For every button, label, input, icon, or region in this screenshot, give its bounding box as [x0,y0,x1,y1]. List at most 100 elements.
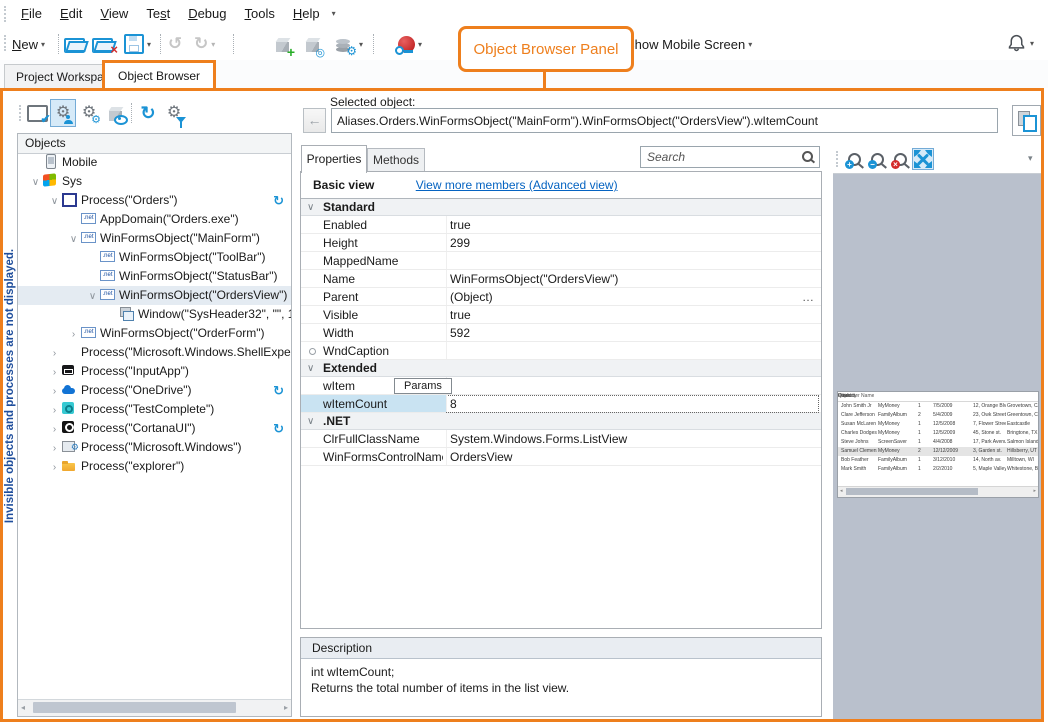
tab-properties[interactable]: Properties [301,145,367,173]
toolbar-grip[interactable] [836,151,838,167]
tree-item[interactable]: ›Process("Microsoft.Windows") [18,438,291,457]
refresh-button[interactable]: ↻ [135,99,161,127]
property-value[interactable]: 592 [450,324,797,342]
property-value[interactable]: true [450,216,797,234]
tree-item[interactable]: WinFormsObject("StatusBar") [18,267,291,286]
new-button[interactable]: New▾ [12,32,45,56]
property-row[interactable]: Standard [301,199,821,216]
mapping-caret-icon[interactable]: ▾ [359,40,363,49]
tree-item[interactable]: ›Process("InputApp") [18,362,291,381]
tree-item[interactable]: ›Process("CortanaUI") [18,419,291,438]
tree-chevron-icon[interactable]: › [48,420,61,439]
notifications-button[interactable]: ▾ [1006,33,1034,54]
property-row[interactable]: Height 299 [301,234,821,252]
tree-item[interactable]: ∨Sys [18,172,291,191]
zoom-out-button[interactable]: − [866,148,888,170]
redo-caret-icon[interactable]: ▾ [211,40,215,49]
tree-chevron-icon[interactable]: › [48,401,61,420]
tree-item[interactable]: WinFormsObject("ToolBar") [18,248,291,267]
tree-item[interactable]: ›Process("Microsoft.Windows.ShellExperie… [18,343,291,362]
tree-item[interactable]: ›Process("TestComplete") [18,400,291,419]
zoom-reset-button[interactable]: × [889,148,911,170]
save-button[interactable]: ▾ [124,32,151,56]
ellipsis-button[interactable]: … [802,288,814,306]
tree-chevron-icon[interactable]: ∨ [86,287,99,306]
preview-toolbar-caret-icon[interactable]: ▾ [1028,153,1033,164]
menu-item[interactable]: Help [284,2,329,25]
new-caret-icon[interactable]: ▾ [41,40,45,49]
tree-horizontal-scrollbar[interactable] [18,699,291,716]
property-row[interactable]: .NET [301,413,821,430]
tree-item[interactable]: ›Process("OneDrive") [18,381,291,400]
copy-path-button[interactable] [1012,105,1041,136]
property-value[interactable]: true [450,306,797,324]
property-row[interactable]: Visible true [301,306,821,324]
show-hidden-objects-button[interactable] [102,99,128,127]
show-processes-button[interactable]: ⚙ [50,99,76,127]
property-value[interactable]: 8 [446,395,819,413]
redo-button[interactable]: ↻▾ [194,32,215,56]
notifications-caret-icon[interactable]: ▾ [1030,39,1034,48]
add-object-button[interactable]: + [276,32,289,56]
tree-item[interactable]: ∨Process("Orders") [18,191,291,210]
search-input[interactable] [640,146,820,168]
tree-chevron-icon[interactable]: ∨ [29,173,42,192]
object-mapping-settings-button[interactable]: ⚙▾ [336,32,363,56]
browser-settings-button[interactable]: ⚙⚙ [76,99,102,127]
property-row[interactable]: Extended [301,360,821,377]
tree-chevron-icon[interactable]: › [48,458,61,477]
fit-to-window-button[interactable] [912,148,934,170]
menu-item[interactable]: Tools [236,2,284,25]
property-row[interactable]: Parent (Object) … [301,288,821,306]
property-row[interactable]: MappedName [301,252,821,270]
menu-overflow-caret-icon[interactable]: ▾ [332,9,336,18]
record-button[interactable]: ▾ [398,32,422,56]
property-value[interactable]: WinFormsObject("OrdersView") [450,270,797,288]
show-mobile-screen-button[interactable]: Show Mobile Screen▾ [626,37,752,52]
property-row[interactable]: ClrFullClassName System.Windows.Forms.Li… [301,430,821,448]
property-value[interactable]: System.Windows.Forms.ListView [450,430,797,448]
undo-button[interactable]: ↺ [168,32,182,56]
property-row[interactable]: wItemCount 8 [301,395,821,413]
highlight-object-button[interactable] [24,99,50,127]
filter-button[interactable]: ⚙ [161,99,187,127]
tree-item[interactable]: Window("SysHeader32", "", 1) [18,305,291,324]
show-mobile-caret-icon[interactable]: ▾ [748,40,752,49]
tree-chevron-icon[interactable]: › [48,344,61,363]
menu-item[interactable]: Edit [51,2,91,25]
toolbar-grip[interactable] [4,35,6,51]
back-button[interactable]: ← [303,108,326,133]
tree-item[interactable]: ∨WinFormsObject("OrdersView") [18,286,291,305]
property-value[interactable]: 299 [450,234,797,252]
scrollbar-thumb[interactable] [33,702,236,713]
advanced-view-link[interactable]: View more members (Advanced view) [416,178,618,192]
tree-chevron-icon[interactable]: › [67,325,80,344]
property-value[interactable]: OrdersView [450,448,797,466]
property-row[interactable]: wItem Params [301,377,821,395]
record-caret-icon[interactable]: ▾ [418,40,422,49]
map-object-button[interactable]: ◎ [306,32,319,56]
tree-item[interactable]: Mobile [18,153,291,172]
zoom-in-button[interactable]: + [843,148,865,170]
tree-chevron-icon[interactable]: › [48,382,61,401]
params-button[interactable]: Params [394,378,452,394]
menu-item[interactable]: Debug [179,2,235,25]
menu-item[interactable]: File [12,2,51,25]
property-row[interactable]: WinFormsControlName OrdersView [301,448,821,466]
tree-item[interactable]: ∨WinFormsObject("MainForm") [18,229,291,248]
property-row[interactable]: Name WinFormsObject("OrdersView") [301,270,821,288]
save-caret-icon[interactable]: ▾ [147,40,151,49]
tree-chevron-icon[interactable]: ∨ [67,230,80,249]
property-row[interactable]: Width 592 [301,324,821,342]
toolbar-grip[interactable] [19,105,21,121]
open-file-button[interactable] [64,32,86,56]
property-value[interactable]: (Object) [450,288,797,306]
property-row[interactable]: WndCaption [301,342,821,360]
property-row[interactable]: Enabled true [301,216,821,234]
tree-chevron-icon[interactable]: › [48,439,61,458]
tree-item[interactable]: ›Process("explorer") [18,457,291,476]
menu-item[interactable]: View [91,2,137,25]
tree-item[interactable]: AppDomain("Orders.exe") [18,210,291,229]
tab-object-browser[interactable]: Object Browser [102,60,216,88]
tree-chevron-icon[interactable]: › [48,363,61,382]
